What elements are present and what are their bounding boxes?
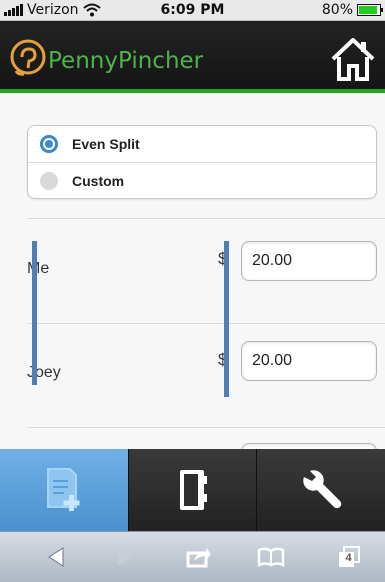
radio-label: Custom <box>72 173 125 189</box>
status-bar: Verizon 6:09 PM 80% <box>0 0 385 21</box>
wrench-icon <box>303 470 342 509</box>
divider <box>27 323 385 324</box>
forward-icon[interactable] <box>112 546 136 568</box>
split-type-radio-group: Even Split Custom <box>27 125 377 199</box>
radio-even-split[interactable]: Even Split <box>28 126 376 163</box>
radio-unselected-icon <box>40 172 58 190</box>
drag-handle-left[interactable] <box>32 241 37 385</box>
divider <box>27 427 385 428</box>
app-title: PennyPincher <box>48 48 204 74</box>
drag-handle-right[interactable] <box>224 241 229 397</box>
divider <box>27 218 385 219</box>
radio-selected-icon <box>40 135 58 153</box>
app-header: PennyPincher <box>0 21 385 93</box>
tab-bar <box>0 449 385 531</box>
back-icon[interactable] <box>45 546 69 568</box>
battery-icon <box>357 4 383 16</box>
penny-logo-icon <box>10 39 46 76</box>
add-receipt-icon <box>46 468 80 511</box>
split-form: Even Split Custom Me $ Joey $ <box>0 93 385 449</box>
address-book-icon <box>179 470 207 510</box>
amount-input-joey[interactable] <box>241 341 377 381</box>
browser-toolbar: 4 <box>0 531 385 582</box>
radio-label: Even Split <box>72 136 140 152</box>
person-name-me: Me <box>27 260 50 277</box>
tab-add-receipt[interactable] <box>0 449 128 531</box>
amount-input-me[interactable] <box>241 241 377 281</box>
tab-address-book[interactable] <box>127 449 257 531</box>
home-icon[interactable] <box>329 35 377 83</box>
battery-percent: 80% <box>321 2 353 18</box>
radio-custom[interactable]: Custom <box>28 163 376 199</box>
tab-count: 4 <box>345 552 352 564</box>
bookmarks-icon[interactable] <box>257 546 285 568</box>
share-icon[interactable] <box>186 546 212 568</box>
tab-settings[interactable] <box>256 449 385 531</box>
